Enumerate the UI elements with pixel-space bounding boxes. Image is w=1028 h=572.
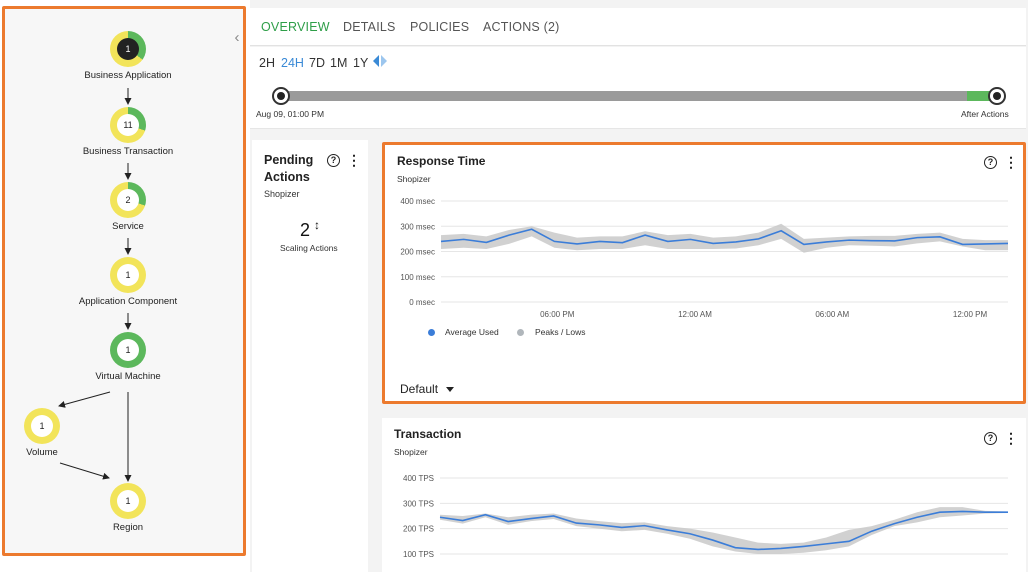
caret-down-icon <box>446 387 455 393</box>
edge-vm-volume <box>58 391 111 408</box>
pending-actions-caption: Scaling Actions <box>280 243 338 253</box>
tab-details[interactable]: DETAILS <box>343 20 396 34</box>
help-icon[interactable]: ? <box>327 154 340 167</box>
x-tick-label: 06:00 AM <box>815 310 849 319</box>
chart-view-select-value: Default <box>400 382 439 396</box>
y-tick-label: 300 msec <box>400 222 435 231</box>
range-1y-button[interactable]: 1Y <box>353 56 368 70</box>
y-tick-label: 200 msec <box>400 248 435 257</box>
range-1m-button[interactable]: 1M <box>330 56 347 70</box>
x-tick-label: 06:00 PM <box>540 310 575 319</box>
node-virtual-machine[interactable]: 1 Virtual Machine <box>48 332 208 382</box>
timeline-end-label: After Actions <box>961 109 1009 119</box>
legend-average-swatch <box>428 329 435 336</box>
swap-arrows-icon[interactable] <box>372 54 388 68</box>
status-ring-icon: 2 <box>110 182 146 218</box>
peaks-lows-band <box>441 223 1008 253</box>
y-tick-label: 100 TPS <box>403 550 434 559</box>
legend-peaks-label: Peaks / Lows <box>535 327 586 337</box>
y-tick-label: 0 msec <box>409 298 435 307</box>
node-volume[interactable]: 1 Volume <box>0 408 122 458</box>
chevron-left-icon[interactable]: ‹ <box>230 30 244 46</box>
pending-actions-card: Pending Actions ? ⋮ Shopizer 2 ↕ Scaling… <box>252 140 368 572</box>
tab-bar: OVERVIEW DETAILS POLICIES ACTIONS (2) <box>250 8 1026 53</box>
status-ring-icon: 11 <box>110 107 146 143</box>
pending-actions-count[interactable]: 2 <box>300 220 310 241</box>
x-tick-label: 12:00 AM <box>678 310 712 319</box>
topology-sidebar: ‹ 1 Business Application 11 Business Tra… <box>2 6 246 556</box>
pending-actions-subtitle: Shopizer <box>264 189 300 199</box>
range-2h-button[interactable]: 2H <box>259 56 275 70</box>
time-range-panel: 2H 24H 7D 1M 1Y Aug 09, 01:00 PM After A… <box>250 47 1026 129</box>
tab-policies[interactable]: POLICIES <box>410 20 469 34</box>
x-tick-label: 12:00 PM <box>953 310 988 319</box>
y-tick-label: 100 msec <box>400 273 435 282</box>
tab-actions[interactable]: ACTIONS (2) <box>483 20 560 34</box>
edge-volume-region <box>59 462 110 480</box>
chart-view-select[interactable]: Default <box>400 382 455 396</box>
y-tick-label: 400 msec <box>400 197 435 206</box>
transaction-card: Transaction Shopizer ? ⋮ 400 TPS 300 TPS 2… <box>382 418 1026 572</box>
node-region[interactable]: 1 Region <box>48 483 208 533</box>
status-ring-icon: 1 <box>24 408 60 444</box>
timeline-end-handle[interactable] <box>988 87 1006 105</box>
scale-updown-icon: ↕ <box>314 218 320 232</box>
legend-average-label: Average Used <box>445 327 499 337</box>
timeline-track[interactable] <box>280 91 998 101</box>
status-ring-icon: 1 <box>110 31 146 67</box>
timeline-start-label: Aug 09, 01:00 PM <box>256 109 325 119</box>
timeline-start-handle[interactable] <box>272 87 290 105</box>
main-panel: OVERVIEW DETAILS POLICIES ACTIONS (2) 2H… <box>250 0 1028 572</box>
peaks-lows-band <box>440 507 1008 554</box>
node-service[interactable]: 2 Service <box>48 182 208 232</box>
legend-peaks-swatch <box>517 329 524 336</box>
range-24h-button[interactable]: 24H <box>281 56 304 70</box>
response-time-chart: 400 msec 300 msec 200 msec 100 msec 0 msec 06… <box>400 197 1009 319</box>
node-application-component[interactable]: 1 Application Component <box>48 257 208 307</box>
tab-overview[interactable]: OVERVIEW <box>261 20 330 34</box>
y-tick-label: 400 TPS <box>403 474 434 483</box>
node-business-transaction[interactable]: 11 Business Transaction <box>48 107 208 157</box>
response-time-card: Response Time Shopizer ? ⋮ 400 msec 300 m… <box>382 142 1026 404</box>
y-tick-label: 200 TPS <box>403 525 434 534</box>
node-business-application[interactable]: 1 Business Application <box>48 31 208 81</box>
status-ring-icon: 1 <box>110 332 146 368</box>
transaction-chart: 400 TPS 300 TPS 200 TPS 100 TPS <box>403 474 1008 559</box>
status-ring-icon: 1 <box>110 483 146 519</box>
range-7d-button[interactable]: 7D <box>309 56 325 70</box>
kebab-menu-icon[interactable]: ⋮ <box>347 153 361 168</box>
pending-actions-title: Pending Actions <box>264 153 314 184</box>
status-ring-icon: 1 <box>110 257 146 293</box>
y-tick-label: 300 TPS <box>403 499 434 508</box>
